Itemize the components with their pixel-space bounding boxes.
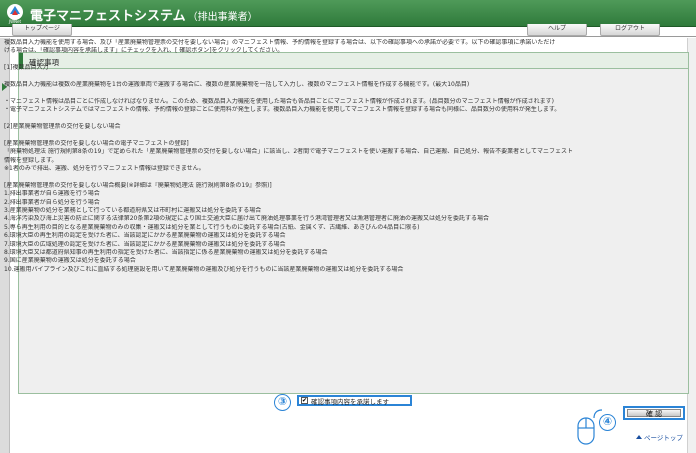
text-line: ける場合は、「確認事項内容を承諾します」にチェックを入れ、[ 確認ボタン]をクリ… bbox=[4, 47, 284, 55]
text-line: 情報を登録します。 bbox=[4, 156, 58, 164]
text-spacer bbox=[4, 173, 666, 181]
agree-label[interactable]: 確認事項内容を承諾します bbox=[311, 396, 389, 406]
text-line: 6.環境大臣の再生利用の認定を受けた者に、当該認定にかかる産業廃棄物の運搬又は処… bbox=[4, 232, 286, 240]
confirm-button[interactable]: 確 認 bbox=[627, 409, 681, 418]
confirmation-text: 複数品目入力機能を使用する場合、及び「産業廃棄物管理票の交付を要しない場合」のマ… bbox=[4, 39, 666, 274]
text-spacer bbox=[4, 56, 666, 64]
text-spacer bbox=[4, 73, 666, 81]
text-spacer bbox=[4, 115, 666, 123]
text-line: 4.海洋汚染及び海上災害の防止に関する法律第20条第2項の規定により国土交通大臣… bbox=[4, 215, 490, 223]
tab-help[interactable]: ヘルプ bbox=[527, 24, 587, 36]
text-line: 複数品目入力機能を使用する場合、及び「産業廃棄物管理票の交付を要しない場合」のマ… bbox=[4, 39, 556, 46]
confirm-button-highlight[interactable]: 確 認 bbox=[623, 406, 685, 420]
page-top-label[interactable]: ページトップ bbox=[644, 434, 683, 442]
text-line: [産業廃棄物管理票の交付を要しない場合概要(※詳細は『廃棄物処理法 施行規則第8… bbox=[4, 181, 272, 189]
text-line: 9.国に産業廃棄物の運搬又は処分を委託する場合 bbox=[4, 257, 136, 265]
up-triangle-icon bbox=[636, 435, 642, 439]
app-title: 電子マニフェストシステム （排出事業者） bbox=[30, 5, 258, 24]
tab-logout[interactable]: ログアウト bbox=[600, 24, 660, 36]
text-line: 5.専ら再生利用の目的となる産業廃棄物のみの収集・運搬又は処分を業として行うもの… bbox=[4, 223, 420, 231]
text-line: ・電子マニフェストシステムではマニフェストの情報、予約情報の登録ごとに使用料が発… bbox=[4, 106, 561, 114]
app-title-sub: （排出事業者） bbox=[187, 12, 258, 23]
text-line: 7.環境大臣の広域処理の認定を受けた者に、当該認定にかかる産業廃棄物の運搬又は処… bbox=[4, 240, 286, 248]
text-line: 8.環境大臣又は都道府県知事の再生利用の指定を受けた者に、当該指定に係る産業廃棄… bbox=[4, 249, 328, 257]
text-line: 10.運搬用パイプライン及びこれに直結する処理施設を用いて産業廃棄物の運搬及び処… bbox=[4, 265, 404, 273]
nav-bar: トップページ ヘルプ ログアウト bbox=[0, 24, 696, 37]
app-header: JWNet 電子マニフェストシステム （排出事業者） bbox=[0, 0, 696, 27]
app-title-main: 電子マニフェストシステム bbox=[30, 9, 186, 24]
page-top-link[interactable]: ページトップ bbox=[636, 432, 683, 442]
agree-checkbox[interactable]: ✔ bbox=[301, 397, 308, 404]
text-line: 2.排出事業者が自ら処分を行う場合 bbox=[4, 198, 100, 206]
jwnet-logo-icon: JWNet bbox=[7, 4, 23, 24]
text-line: 3.産業廃棄物の処分を業務として行っている都道府県又は市町村に運搬又は処分を委託… bbox=[4, 207, 262, 215]
callout-4: ④ bbox=[599, 414, 616, 431]
text-line: ※1者のみで排出、運搬、処分を行うマニフェスト情報は登録できません。 bbox=[4, 165, 205, 173]
text-line: [産業廃棄物管理票の交付を要しない場合の電子マニフェストの登録] bbox=[4, 139, 189, 147]
text-line: [2]産業廃棄物管理票の交付を要しない場合 bbox=[4, 123, 121, 130]
text-line: [1]複数品目入力 bbox=[4, 64, 49, 72]
agree-checkbox-area[interactable]: ✔ 確認事項内容を承諾します bbox=[297, 395, 412, 406]
text-line: ・マニフェスト情報は品目ごとに作成しなければなりません。このため、複数品目入力機… bbox=[4, 97, 554, 105]
text-line: 「廃棄物処理法 施行規則第8条の19」で定められた「産業廃棄物管理票の交付を要し… bbox=[4, 148, 574, 156]
text-line: 複数品目入力機能は複数の産業廃棄物を1台の運搬車両で運搬する場合に、複数の産業廃… bbox=[4, 81, 470, 88]
text-spacer bbox=[4, 89, 666, 97]
text-line: 1.排出事業者が自ら運搬を行う場合 bbox=[4, 190, 100, 198]
tab-top-page[interactable]: トップページ bbox=[12, 24, 72, 36]
text-spacer bbox=[4, 131, 666, 139]
callout-3: ③ bbox=[274, 394, 291, 411]
